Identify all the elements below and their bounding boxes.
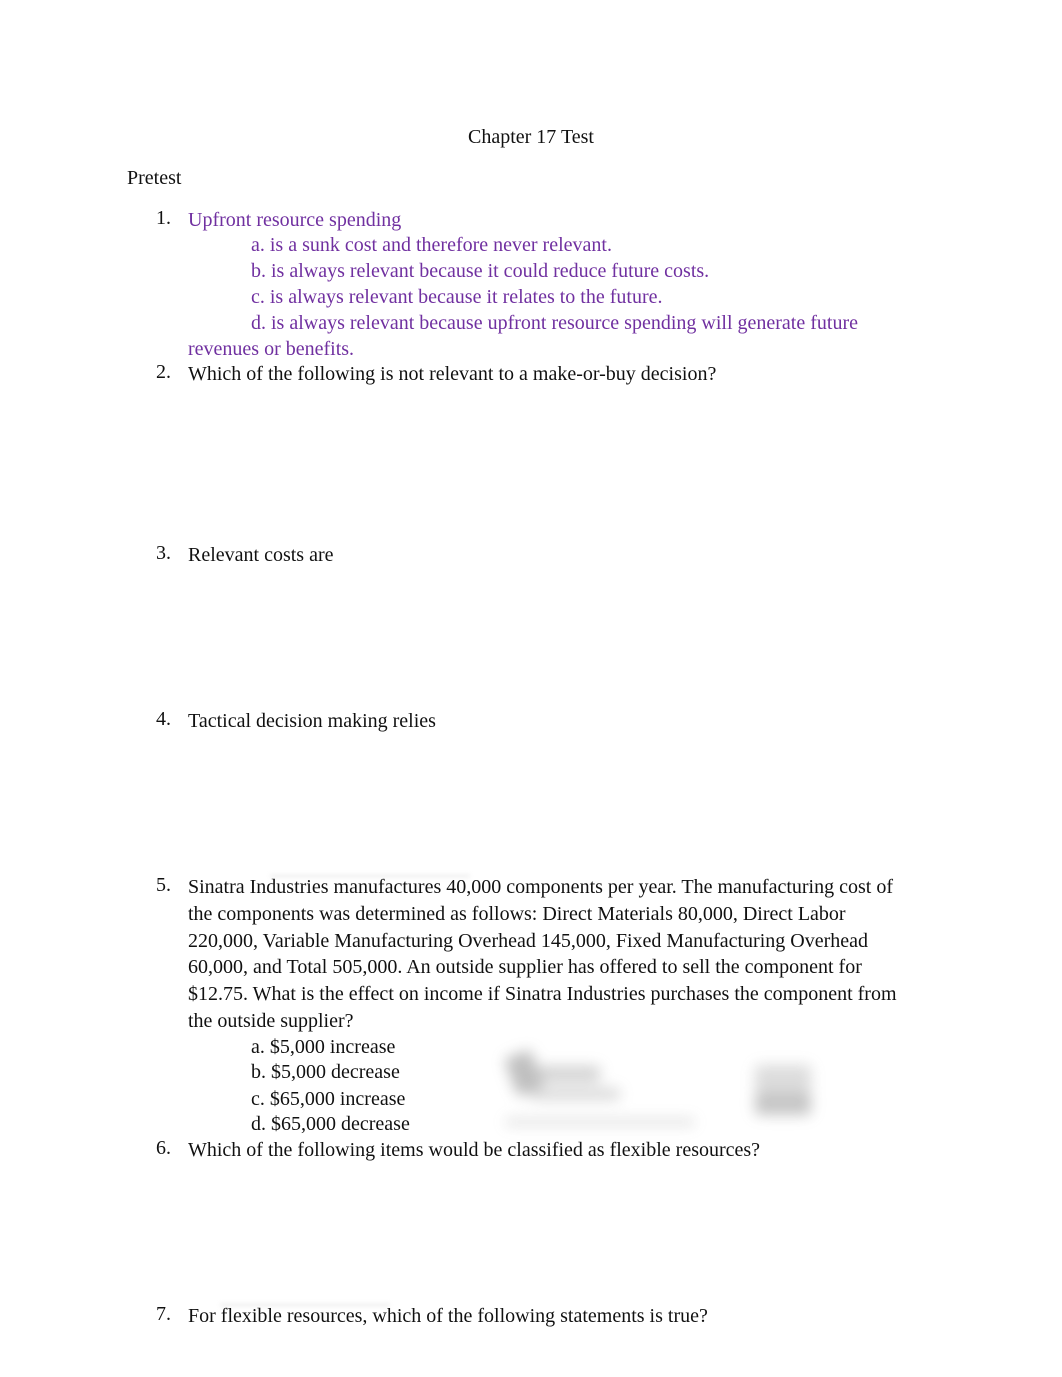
question-number: 3. [156,542,171,564]
obscured-region [500,1048,710,1143]
question-number: 2. [156,361,171,383]
question-text: For flexible resources, which of the fol… [188,1305,708,1327]
option-b: b. is always relevant because it could r… [251,259,710,282]
question-3: 3. Relevant costs are [156,542,936,569]
question-text-line: 60,000, and Total 505,000. An outside su… [188,956,862,979]
option-d: d. is always relevant because upfront re… [251,311,858,334]
obscured-region [745,1055,825,1140]
question-text: Which of the following items would be cl… [188,1139,761,1161]
option-a: a. is a sunk cost and therefore never re… [251,234,612,256]
question-4: 4. Tactical decision making relies [156,708,936,735]
question-number: 7. [156,1303,171,1325]
question-text-line: the components was determined as follows… [188,902,846,925]
question-text: Upfront resource spending [188,209,402,231]
question-number: 6. [156,1137,171,1159]
question-1: 1. Upfront resource spending a. is a sun… [156,207,936,362]
section-heading: Pretest [127,167,182,189]
question-text-line: Sinatra Industries manufactures 40,000 c… [188,876,893,898]
question-6: 6. Which of the following items would be… [156,1137,936,1164]
question-number: 1. [156,207,171,229]
question-text: Relevant costs are [188,544,334,566]
question-7: 7. For flexible resources, which of the … [156,1303,936,1330]
question-number: 4. [156,708,171,730]
question-number: 5. [156,874,171,896]
question-text-line: $12.75. What is the effect on income if … [188,983,897,1006]
document-page: Chapter 17 Test Pretest 1. Upfront resou… [0,0,1062,1377]
question-text: Tactical decision making relies [188,710,436,732]
option-d-continuation: revenues or benefits. [188,338,355,360]
question-2: 2. Which of the following is not relevan… [156,361,936,388]
question-text-line: the outside supplier? [188,1009,354,1032]
option-c: c. is always relevant because it relates… [251,286,663,308]
question-text-line: 220,000, Variable Manufacturing Overhead… [188,929,868,952]
document-title: Chapter 17 Test [468,126,594,148]
question-text: Which of the following is not relevant t… [188,363,717,385]
